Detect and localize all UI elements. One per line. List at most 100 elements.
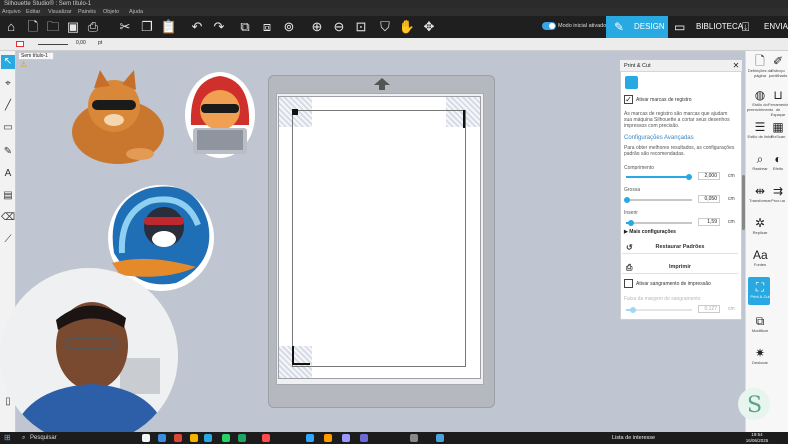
group-icon[interactable]: ⧉: [236, 18, 254, 36]
beginner-mode-toggle[interactable]: [542, 22, 556, 30]
next-icon: ⇉: [772, 184, 784, 198]
home-icon[interactable]: ⌂: [2, 18, 20, 36]
shape-tool-icon[interactable]: ▭: [1, 121, 15, 135]
taskbar-app-folder[interactable]: [190, 434, 198, 442]
zoom-selection-icon[interactable]: ⊡: [352, 18, 370, 36]
print-icon[interactable]: ⎙: [84, 18, 102, 36]
panel-btn-effect[interactable]: ◐ Efeito: [768, 152, 788, 171]
length-input[interactable]: 2,000: [698, 172, 720, 180]
print-cut-icon: ⛶: [755, 280, 765, 294]
taskbar-app-whatsapp[interactable]: [222, 434, 230, 442]
taskbar-clock[interactable]: 19:54 16/06/2025: [744, 432, 770, 444]
tab-send[interactable]: ⍗ ENVIAR: [736, 16, 788, 38]
print-button[interactable]: ⎙ Imprimir: [622, 261, 738, 274]
new-file-icon[interactable]: 🗋: [24, 18, 42, 36]
menu-objeto[interactable]: Objeto: [103, 8, 119, 16]
line-style-preview[interactable]: [38, 44, 68, 45]
pan-hand-icon[interactable]: ✋: [398, 18, 416, 36]
warning-icon[interactable]: ⚠: [20, 61, 29, 69]
windows-start-icon[interactable]: ⊞: [4, 434, 12, 442]
restore-defaults-button[interactable]: ↺ Restaurar Padrões: [622, 241, 738, 254]
zoom-in-icon[interactable]: ⊕: [308, 18, 326, 36]
stroke-width-value[interactable]: 0,00: [76, 40, 86, 46]
cat-sticker-hoodie-laptop[interactable]: [183, 70, 257, 160]
open-folder-icon[interactable]: 🗀: [44, 18, 62, 36]
taskbar-app-premiere[interactable]: [342, 434, 350, 442]
compound-path-icon[interactable]: ⊚: [280, 18, 298, 36]
taskbar-app-edge[interactable]: [158, 434, 166, 442]
pen-tool-icon[interactable]: ✎: [1, 145, 15, 159]
thickness-input[interactable]: 0,050: [698, 195, 720, 203]
paste-icon[interactable]: 📋: [160, 18, 178, 36]
taskbar-app-media-encoder[interactable]: [360, 434, 368, 442]
menu-editar[interactable]: Editar: [26, 8, 40, 16]
copy-icon[interactable]: ❐: [138, 18, 156, 36]
inset-slider[interactable]: [626, 220, 692, 226]
menu-visualizar[interactable]: Visualizar: [48, 8, 72, 16]
thickness-slider[interactable]: [624, 197, 692, 203]
panel-btn-replicate[interactable]: ✲ Replicar: [745, 216, 775, 235]
bleed-margin-slider[interactable]: [626, 307, 692, 313]
bleed-margin-input[interactable]: 0,127: [698, 305, 720, 313]
save-icon[interactable]: ▣: [64, 18, 82, 36]
panel-btn-next[interactable]: ⇉ Prox ua: [768, 184, 788, 203]
taskbar-news[interactable]: Lista de interesse: [612, 432, 655, 444]
zoom-out-icon[interactable]: ⊖: [330, 18, 348, 36]
taskbar-app-chrome[interactable]: [174, 434, 182, 442]
length-slider[interactable]: [626, 174, 692, 180]
panel-btn-modify[interactable]: ⧉ Modificar: [745, 314, 775, 333]
panel-btn-sketch[interactable]: ✐ Esboço pontilhado: [768, 54, 788, 78]
select-tool-icon[interactable]: ↖: [1, 55, 15, 69]
document-tab[interactable]: Sem título-1: [18, 52, 54, 60]
panel-title: Print & Cut: [620, 60, 742, 72]
taskbar-app-explorer[interactable]: [142, 434, 150, 442]
line-tool-icon[interactable]: ╱: [1, 99, 15, 113]
panel-btn-spacing[interactable]: ⊔ Ferramenta de Espaçar: [768, 88, 788, 117]
taskbar: [0, 432, 788, 444]
inset-label: Inserir: [624, 210, 638, 216]
menu-ajuda[interactable]: Ajuda: [129, 8, 143, 16]
ungroup-icon[interactable]: ⧈: [258, 18, 276, 36]
move-icon[interactable]: ✥: [420, 18, 438, 36]
thickness-unit: cm: [728, 196, 735, 202]
taskbar-app-other[interactable]: [436, 434, 444, 442]
tab-library[interactable]: ▭ BIBLIOTECA: [668, 16, 743, 38]
taskbar-app-photoshop[interactable]: [306, 434, 314, 442]
panel-btn-fonts[interactable]: Aa Fontes: [745, 248, 775, 267]
taskbar-search[interactable]: ⌕ Pesquisar: [22, 433, 112, 443]
design-icon: ✎: [614, 20, 625, 34]
more-settings-toggle[interactable]: ▶ Mais configurações: [624, 229, 676, 235]
menu-paineis[interactable]: Painéis: [78, 8, 96, 16]
inset-input[interactable]: 1,59: [698, 218, 720, 226]
bleed-checkbox[interactable]: [624, 279, 633, 288]
text-tool-icon[interactable]: A: [1, 167, 15, 181]
fill-color-swatch[interactable]: [16, 41, 24, 47]
taskbar-app-steam[interactable]: [410, 434, 418, 442]
menu-arquivo[interactable]: Arquivo: [2, 8, 21, 16]
taskbar-app-silhouette[interactable]: [204, 434, 212, 442]
panel-btn-pixscan[interactable]: ▦ PixScan: [768, 120, 788, 139]
length-unit: cm: [728, 173, 735, 179]
taskbar-app-record[interactable]: [262, 434, 270, 442]
panel-btn-offset[interactable]: ✷ Deslocar: [745, 346, 775, 365]
fit-page-icon[interactable]: ⛉: [376, 18, 394, 36]
fill-tool-icon[interactable]: ▤: [1, 189, 15, 203]
cat-sticker-sunglasses[interactable]: [64, 70, 176, 170]
redo-icon[interactable]: ↷: [210, 18, 228, 36]
print-cut-panel-icon: [625, 76, 638, 89]
point-edit-icon[interactable]: ⌖: [1, 77, 15, 91]
taskbar-app-excel[interactable]: [238, 434, 246, 442]
registration-mark-bottom-left-h: [292, 363, 310, 365]
offset-icon: ✷: [754, 346, 766, 360]
reg-marks-checkbox[interactable]: ✓: [624, 95, 633, 104]
eraser-tool-icon[interactable]: ⌫: [1, 211, 15, 225]
panel-btn-print-cut[interactable]: ⛶ Print & Cut: [745, 280, 775, 299]
taskbar-app-illustrator[interactable]: [324, 434, 332, 442]
knife-tool-icon[interactable]: ⟋: [1, 233, 15, 247]
pixscan-icon: ▦: [772, 120, 784, 134]
undo-icon[interactable]: ↶: [188, 18, 206, 36]
cut-icon[interactable]: ✂: [116, 18, 134, 36]
tab-design[interactable]: ✎ DESIGN: [606, 16, 668, 38]
close-icon[interactable]: ✕: [731, 60, 741, 72]
menu-bar: Arquivo Editar Visualizar Painéis Objeto…: [0, 8, 788, 16]
